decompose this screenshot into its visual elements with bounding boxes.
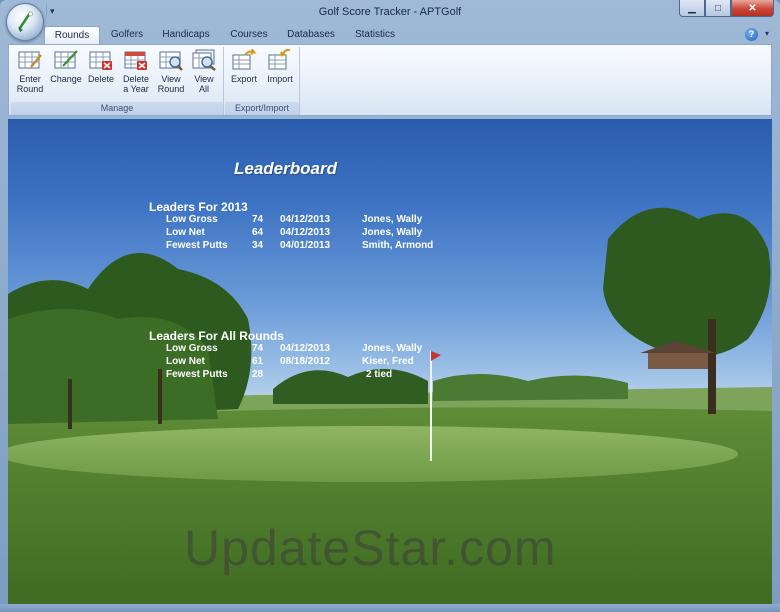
delete-a-year-button[interactable]: Delete a Year [119,49,153,94]
ribbon-group-export-import: Export Import Export/Import [225,47,300,115]
delete-button[interactable]: Delete [85,49,117,84]
row-date: 04/12/2013 [280,214,331,225]
row-golfer: Jones, Wally [362,214,423,225]
row-golfer: Jones, Wally [362,343,423,354]
row-golfer: Smith, Armond [362,240,434,251]
ribbon-tab-bar: Rounds Golfers Handicaps Courses Databas… [8,26,772,44]
help-icon[interactable]: ? [745,28,758,41]
app-window: ▾ Golf Score Tracker - APTGolf ▁ □ ✕ Rou… [0,0,780,612]
row-date: 04/01/2013 [280,240,331,251]
row-value: 74 [252,214,264,225]
tab-courses[interactable]: Courses [224,26,274,44]
golf-club-icon [18,11,33,32]
maximize-button[interactable]: □ [705,0,731,17]
row-date: 08/18/2012 [280,356,331,367]
view-all-button[interactable]: View All [188,49,220,94]
row-value: 61 [252,356,264,367]
ribbon-group-manage: Enter Round Change Delete Delete a Year … [11,47,224,115]
change-button[interactable]: Change [49,49,83,84]
import-icon [268,49,291,70]
ribbon-group-export-import-label: Export/Import [225,102,299,115]
enter-round-button[interactable]: Enter Round [13,49,47,94]
section-title-2013: Leaders For 2013 [149,200,248,214]
row-value: 28 [252,369,264,380]
status-bar [0,604,780,612]
row-category: Low Gross [166,343,218,354]
row-value: 74 [252,343,264,354]
tab-statistics[interactable]: Statistics [348,26,402,44]
delete-year-icon [124,51,147,70]
row-value: 34 [252,240,264,251]
row-date: 04/12/2013 [280,227,331,238]
delete-label: Delete [87,74,114,84]
tab-handicaps[interactable]: Handicaps [158,26,214,44]
ribbon: Enter Round Change Delete Delete a Year … [8,44,772,116]
export-icon [232,49,257,70]
row-date: 04/12/2013 [280,343,331,354]
row-category: Fewest Putts [166,369,228,380]
view-round-label-2: Round [157,84,185,94]
delete-icon [89,51,112,70]
view-all-label-2: All [198,84,209,94]
application-menu-button[interactable] [6,3,44,41]
import-label: Import [267,74,293,84]
view-round-label-1: View [161,74,181,84]
export-label: Export [230,74,257,84]
delete-a-year-label-2: a Year [123,84,149,94]
section-title-all-rounds: Leaders For All Rounds [149,329,284,343]
change-label: Change [50,74,82,84]
leaderboard-panel: Leaderboard Leaders For 2013 Low Gross 7… [8,119,772,604]
row-category: Low Net [166,356,205,367]
ribbon-group-manage-label: Manage [11,102,223,115]
view-round-button[interactable]: View Round [154,49,188,94]
minimize-button[interactable]: ▁ [679,0,705,17]
leaderboard-title: Leaderboard [234,159,337,178]
row-value: 64 [252,227,264,238]
enter-round-label-1: Enter [19,74,41,84]
tab-golfers[interactable]: Golfers [102,26,152,44]
row-golfer: 2 tied [366,369,393,380]
view-all-icon [192,49,216,71]
ribbon-options-dropdown-icon[interactable]: ▾ [765,29,769,38]
window-title: Golf Score Tracker - APTGolf [318,6,462,18]
row-golfer: Kiser, Fred [362,356,414,367]
close-button[interactable]: ✕ [731,0,774,17]
enter-round-icon [18,51,42,69]
window-controls: ▁ □ ✕ [679,0,774,18]
tab-databases[interactable]: Databases [282,26,340,44]
delete-a-year-label-1: Delete [122,74,149,84]
title-bar: ▾ Golf Score Tracker - APTGolf ▁ □ ✕ [0,0,780,41]
import-button[interactable]: Import [263,49,297,84]
row-category: Low Net [166,227,205,238]
row-category: Low Gross [166,214,218,225]
view-round-icon [159,51,183,71]
tab-rounds[interactable]: Rounds [44,26,100,44]
export-button[interactable]: Export [227,49,261,84]
row-category: Fewest Putts [166,240,228,251]
view-all-label-1: View [194,74,214,84]
row-golfer: Jones, Wally [362,227,423,238]
watermark: UpdateStar.com [184,520,557,576]
enter-round-label-2: Round [16,84,44,94]
change-icon [54,50,78,69]
